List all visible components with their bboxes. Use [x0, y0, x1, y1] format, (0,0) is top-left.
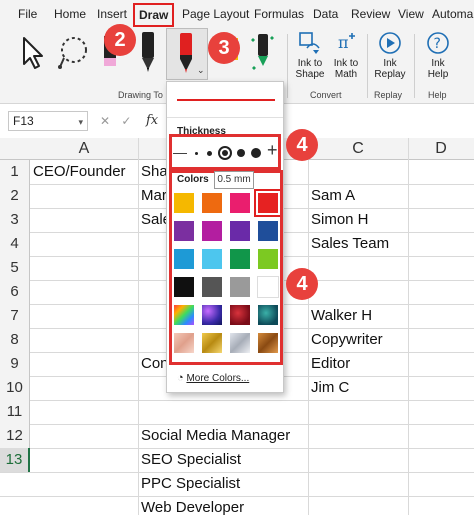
cell-c8[interactable]: Copywriter [308, 328, 408, 352]
column-header-d[interactable]: D [408, 138, 474, 160]
column-header-a[interactable]: A [30, 138, 138, 160]
ink-help-label: Ink Help [427, 58, 449, 80]
cell-b11[interactable]: SEO Specialist [138, 448, 308, 472]
ink-to-math-icon: π [338, 33, 355, 52]
cell-c7[interactable]: Walker H [308, 304, 408, 328]
cell-c3[interactable]: Simon H [308, 208, 408, 232]
select-tool[interactable] [20, 36, 46, 75]
row-header[interactable]: 12 [0, 424, 30, 448]
svg-text:?: ? [434, 36, 441, 52]
row-header[interactable]: 8 [0, 328, 30, 352]
green-pen-tool[interactable] [250, 30, 276, 79]
menu-formulas[interactable]: Formulas [254, 7, 304, 21]
column-header-c[interactable]: C [308, 138, 408, 160]
pen-preview-line [177, 99, 275, 101]
menu-bar: File Home Insert Draw Page Layout Formul… [0, 0, 474, 28]
cell-c9[interactable]: Editor [308, 352, 408, 376]
red-pen-tool[interactable]: ⌄ [166, 28, 208, 80]
lasso-select-tool[interactable] [56, 34, 92, 75]
row-header[interactable]: 2 [0, 184, 30, 208]
cell-c2[interactable]: Sam A [308, 184, 408, 208]
row-header[interactable]: 4 [0, 232, 30, 256]
group-label-help: Help [428, 90, 447, 100]
menu-page-layout[interactable]: Page Layout [182, 7, 249, 21]
group-label-drawing-tools: Drawing To [118, 90, 163, 100]
step-badge-4-colors: 4 [286, 268, 318, 300]
row-header[interactable]: 10 [0, 376, 30, 400]
black-pen-tool[interactable] [136, 30, 160, 79]
group-label-replay: Replay [374, 90, 403, 100]
cursor-icon [23, 37, 43, 69]
formula-cancel-enter: ✕ ✓ [100, 114, 131, 128]
fx-icon[interactable]: fx [146, 113, 158, 128]
black-pen-icon [142, 32, 154, 72]
menu-data[interactable]: Data [313, 7, 338, 21]
ribbon-separator [414, 34, 415, 98]
row-header[interactable]: 7 [0, 304, 30, 328]
cell-b13[interactable]: Web Developer [138, 496, 308, 515]
menu-draw[interactable]: Draw [133, 3, 175, 27]
svg-text:π: π [338, 33, 349, 52]
grid-line [408, 138, 409, 515]
pen-preview [167, 82, 283, 118]
pen-options-dropdown: Thickness — + Colors 0.5 mm ◔ More Color… [166, 81, 284, 393]
colors-highlight-box [169, 170, 283, 365]
cancel-icon[interactable]: ✕ [100, 114, 110, 128]
row-header[interactable]: 5 [0, 256, 30, 280]
help-icon: ? [427, 32, 449, 54]
sparkle-pen-icon [251, 34, 274, 70]
row-header[interactable]: 1 [0, 160, 30, 184]
name-box[interactable]: F13 ▾ [8, 111, 88, 131]
cell-b3[interactable]: Sale [138, 208, 168, 232]
row-header[interactable]: 3 [0, 208, 30, 232]
cell-b10[interactable]: Social Media Manager [138, 424, 308, 448]
thickness-highlight-box [169, 134, 281, 170]
enter-icon[interactable]: ✓ [121, 114, 131, 128]
cell-a1[interactable]: CEO/Founder [30, 160, 138, 184]
menu-automate[interactable]: Automa [432, 7, 473, 21]
cell-b1[interactable]: Sha [138, 160, 168, 184]
cell-b2[interactable]: Mar [138, 184, 168, 208]
menu-review[interactable]: Review [351, 7, 390, 21]
grid-line [0, 400, 474, 401]
ink-replay-label: Ink Replay [374, 58, 406, 80]
replay-icon [379, 32, 401, 54]
row-header[interactable]: 11 [0, 400, 30, 424]
row-header[interactable]: 6 [0, 280, 30, 304]
ink-to-math-label: Ink to Math [333, 58, 359, 80]
palette-icon: ◔ [177, 372, 184, 384]
cell-b7[interactable]: Con [138, 352, 168, 376]
step-badge-4-thickness: 4 [286, 129, 318, 161]
step-badge-2: 2 [104, 24, 136, 56]
more-colors-link[interactable]: ◔ More Colors... [177, 372, 249, 384]
menu-view[interactable]: View [398, 7, 424, 21]
select-all-corner[interactable] [0, 138, 30, 160]
row-header-selected[interactable]: 13 [0, 448, 30, 472]
red-pen-icon [180, 33, 192, 73]
chevron-down-icon[interactable]: ▾ [78, 113, 83, 131]
group-label-convert: Convert [310, 90, 342, 100]
menu-file[interactable]: File [18, 7, 37, 21]
chevron-down-icon[interactable]: ⌄ [197, 65, 205, 76]
more-colors-label: More Colors... [186, 373, 250, 384]
cell-c10[interactable]: Jim C [308, 376, 408, 400]
menu-insert[interactable]: Insert [97, 7, 127, 21]
ink-to-shape-label: Ink to Shape [295, 58, 325, 80]
lasso-icon [58, 37, 87, 69]
ink-to-shape-icon [299, 32, 320, 54]
cell-c4[interactable]: Sales Team [308, 232, 408, 256]
row-header[interactable]: 9 [0, 352, 30, 376]
step-badge-3: 3 [208, 32, 240, 64]
thickness-tooltip: 0.5 mm [214, 171, 254, 189]
menu-home[interactable]: Home [54, 7, 86, 21]
cell-b12[interactable]: PPC Specialist [138, 472, 308, 496]
name-box-value: F13 [13, 114, 34, 128]
